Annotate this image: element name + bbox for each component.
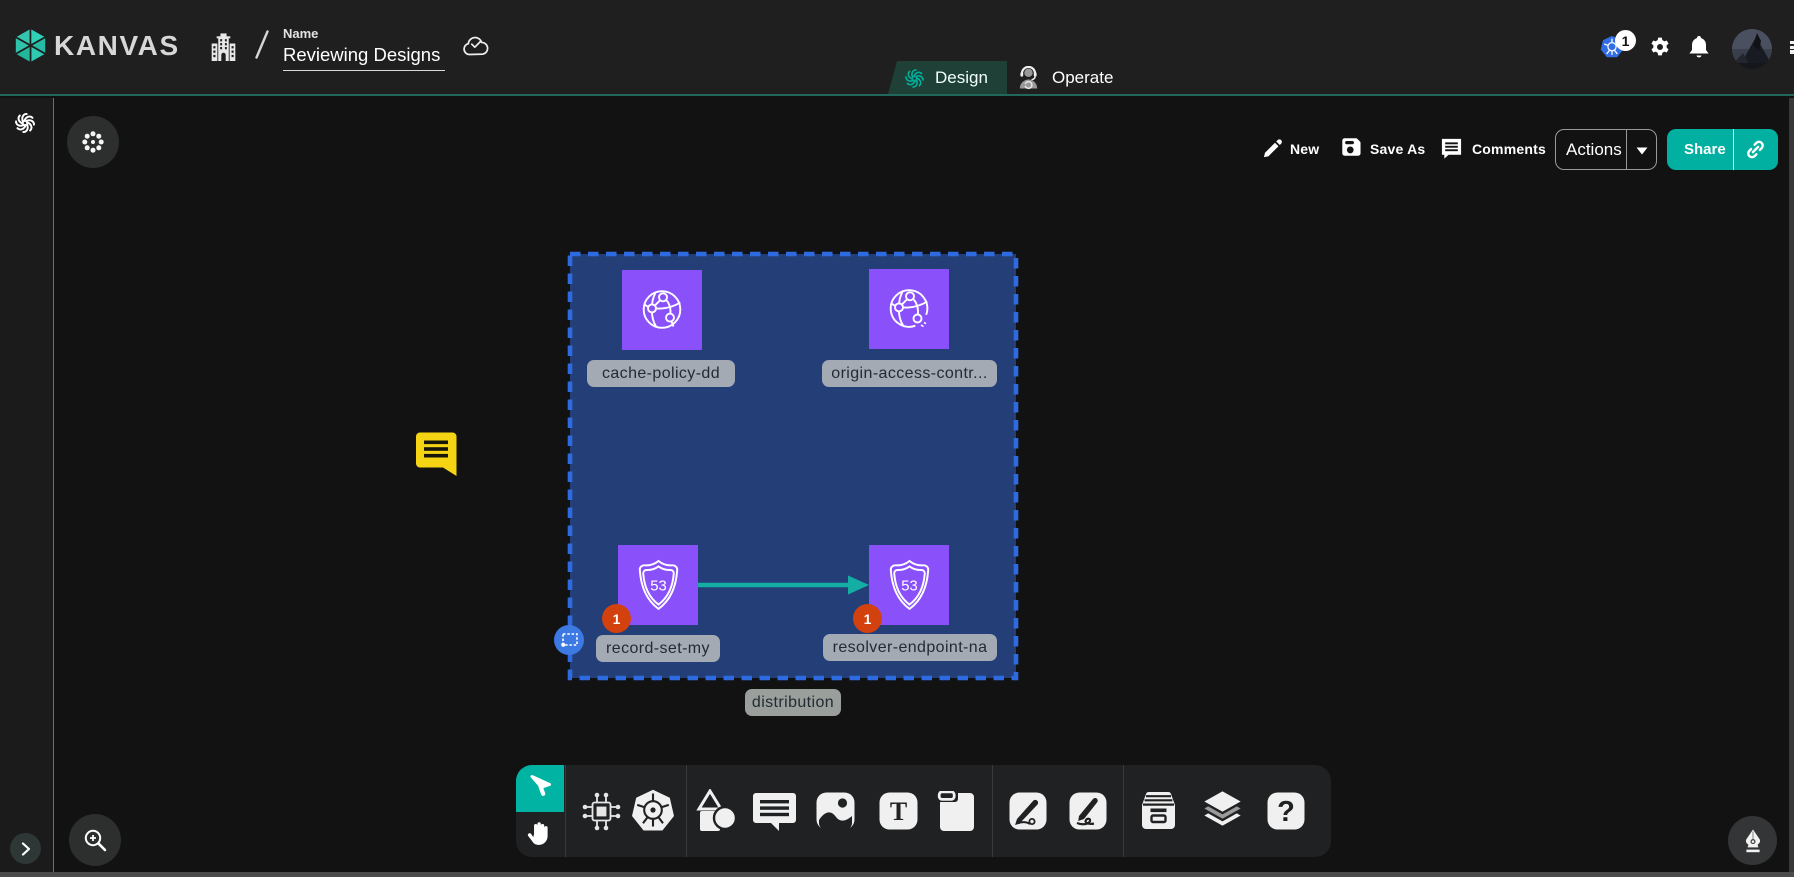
svg-text:53: 53: [650, 578, 666, 594]
svg-text:T: T: [890, 797, 907, 826]
svg-text:?: ?: [1277, 796, 1295, 828]
svg-text:53: 53: [901, 578, 917, 594]
